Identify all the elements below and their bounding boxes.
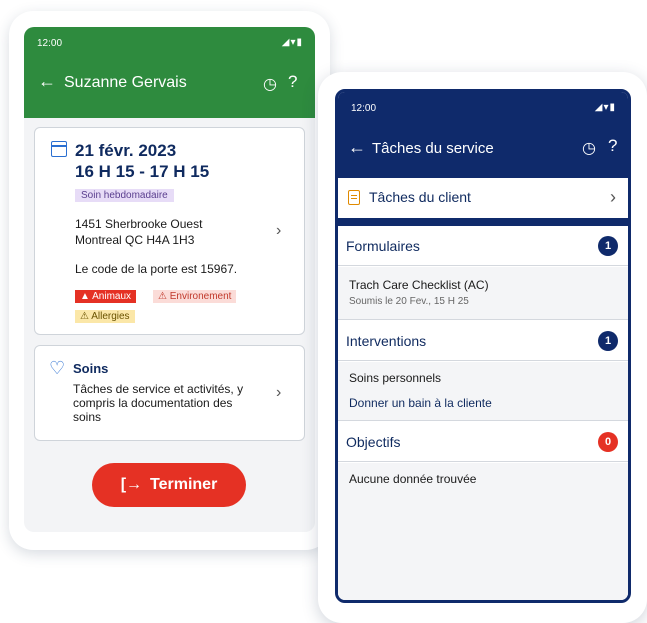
- app-bar: 12:00 ◢▾▮ ← Suzanne Gervais ◷ ?: [24, 27, 315, 118]
- chevron-right-icon[interactable]: ›: [276, 384, 281, 402]
- soins-card[interactable]: ♡ Soins Tâches de service et activités, …: [34, 345, 305, 441]
- visit-time: 16 H 15 - 17 H 15: [75, 162, 210, 181]
- alert-allergies[interactable]: ⚠ Allergies: [75, 310, 135, 323]
- visit-screen: 12:00 ◢▾▮ ← Suzanne Gervais ◷ ? 21 févr.…: [24, 27, 315, 532]
- visit-card[interactable]: 21 févr. 2023 16 H 15 - 17 H 15 Soin heb…: [34, 127, 305, 335]
- section-objectifs[interactable]: Objectifs 0: [338, 422, 628, 462]
- visit-type-tag: Soin hebdomadaire: [75, 189, 174, 202]
- status-time: 12:00: [351, 103, 377, 114]
- soins-title: Soins: [73, 361, 109, 376]
- door-code: Le code de la porte est 15967.: [75, 262, 238, 276]
- section-title: Interventions: [346, 333, 427, 349]
- address-line-2: Montreal QC H4A 1H3: [75, 233, 195, 247]
- clock-icon[interactable]: ◷: [263, 74, 277, 94]
- intervention-item[interactable]: Donner un bain à la cliente: [349, 396, 492, 410]
- section-title: Formulaires: [346, 238, 420, 254]
- count-badge: 1: [598, 331, 618, 351]
- section-body: Aucune donnée trouvée: [338, 463, 628, 600]
- section-formulaires[interactable]: Formulaires 1: [338, 226, 628, 266]
- phone-service-tasks: 12:00 ◢▾▮ ← Tâches du service ◷ ? Tâches…: [318, 72, 647, 623]
- address-line-1: 1451 Sherbrooke Ouest: [75, 217, 203, 231]
- chevron-right-icon[interactable]: ›: [610, 187, 616, 208]
- phone-client-visit: 12:00 ◢▾▮ ← Suzanne Gervais ◷ ? 21 févr.…: [9, 11, 330, 550]
- clipboard-icon: [348, 190, 360, 205]
- form-item[interactable]: Trach Care Checklist (AC): [349, 278, 489, 292]
- alert-environement[interactable]: ⚠ Environement: [153, 290, 237, 303]
- count-badge: 1: [598, 236, 618, 256]
- help-icon[interactable]: ?: [288, 72, 297, 92]
- back-arrow-icon[interactable]: ←: [38, 71, 56, 92]
- client-tasks-row[interactable]: Tâches du client ›: [338, 178, 628, 218]
- help-icon[interactable]: ?: [608, 136, 617, 156]
- status-icons: ◢▾▮: [594, 102, 616, 113]
- calendar-icon: [51, 141, 67, 157]
- section-body: Soins personnels Donner un bain à la cli…: [338, 362, 628, 421]
- form-submitted: Soumis le 20 Fev., 15 H 25: [349, 296, 469, 307]
- status-time: 12:00: [37, 38, 63, 49]
- client-tasks-label: Tâches du client: [369, 189, 471, 205]
- chevron-right-icon[interactable]: ›: [276, 222, 281, 240]
- section-body: Trach Care Checklist (AC) Soumis le 20 F…: [338, 267, 628, 320]
- visit-date: 21 févr. 2023: [75, 141, 177, 160]
- section-interventions[interactable]: Interventions 1: [338, 321, 628, 361]
- terminate-button[interactable]: [→ Terminer: [92, 463, 246, 507]
- status-icons: ◢▾▮: [281, 37, 303, 48]
- empty-message: Aucune donnée trouvée: [349, 472, 477, 486]
- count-badge: 0: [598, 432, 618, 452]
- alert-animaux[interactable]: ▲ Animaux: [75, 290, 137, 303]
- heart-icon: ♡: [49, 358, 66, 378]
- clock-icon[interactable]: ◷: [582, 138, 596, 158]
- exit-icon: [→: [120, 476, 143, 493]
- back-arrow-icon[interactable]: ←: [348, 137, 366, 158]
- section-title: Objectifs: [346, 434, 401, 450]
- tasks-screen: 12:00 ◢▾▮ ← Tâches du service ◷ ? Tâches…: [335, 89, 631, 603]
- page-title: Tâches du service: [372, 140, 494, 157]
- terminate-label: Terminer: [150, 476, 218, 493]
- soins-description: Tâches de service et activités, y compri…: [73, 382, 244, 424]
- divider: [338, 218, 628, 226]
- app-bar: 12:00 ◢▾▮ ← Tâches du service ◷ ?: [338, 92, 628, 172]
- intervention-category: Soins personnels: [349, 371, 442, 385]
- client-name-title: Suzanne Gervais: [64, 74, 187, 91]
